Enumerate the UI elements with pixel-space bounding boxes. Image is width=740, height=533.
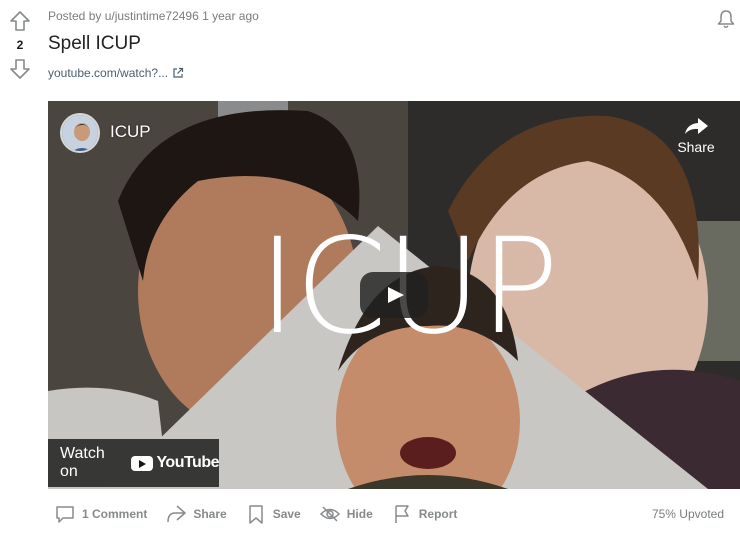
upvote-button[interactable] — [9, 10, 31, 32]
post-link[interactable]: youtube.com/watch?... — [48, 66, 184, 80]
share-label: Share — [193, 507, 227, 521]
post-time: 1 year ago — [202, 9, 259, 23]
post-title[interactable]: Spell ICUP — [48, 33, 141, 55]
post-author[interactable]: Posted by u/justintime72496 — [48, 9, 199, 23]
watch-on-youtube-button[interactable]: Watch on YouTube — [48, 439, 219, 487]
watch-on-label: Watch on — [60, 445, 105, 480]
eye-slash-icon — [319, 506, 340, 522]
report-button[interactable]: Report — [385, 499, 464, 529]
video-share-button[interactable]: Share — [674, 115, 718, 155]
youtube-logo-icon: YouTube — [131, 454, 219, 472]
play-button[interactable] — [360, 272, 428, 318]
share-icon — [167, 505, 187, 523]
youtube-play-mark — [131, 455, 154, 471]
save-button[interactable]: Save — [239, 499, 307, 529]
post-actions: 1 Comment Share Save Hide Report — [48, 500, 469, 528]
arrow-up-icon — [10, 11, 30, 31]
hide-button[interactable]: Hide — [313, 499, 379, 529]
downvote-button[interactable] — [9, 58, 31, 80]
share-button[interactable]: Share — [159, 499, 232, 529]
channel-name[interactable]: ICUP — [110, 122, 151, 142]
youtube-wordmark: YouTube — [156, 454, 219, 471]
arrow-down-icon — [10, 59, 30, 79]
vote-column: 2 — [0, 0, 40, 533]
bell-icon — [717, 10, 735, 28]
upvote-ratio: 75% Upvoted — [651, 507, 724, 521]
post-link-text[interactable]: youtube.com/watch?... — [48, 66, 168, 80]
save-label: Save — [272, 507, 301, 521]
share-arrow-icon — [685, 118, 708, 134]
channel-avatar[interactable] — [60, 113, 100, 153]
comments-label: 1 Comment — [82, 507, 148, 521]
vote-score: 2 — [16, 38, 24, 52]
post-meta: Posted by u/justintime72496 1 year ago — [48, 9, 259, 23]
hide-label: Hide — [346, 507, 373, 521]
video-share-label: Share — [677, 139, 715, 155]
bookmark-icon — [248, 505, 263, 524]
video-embed[interactable]: ICUP Share ICUP Watch on YouTube — [48, 101, 740, 489]
flag-icon — [395, 505, 409, 523]
notify-button[interactable] — [715, 8, 737, 30]
comments-button[interactable]: 1 Comment — [48, 499, 153, 529]
report-label: Report — [418, 507, 458, 521]
external-link-icon — [173, 67, 184, 78]
comment-icon — [56, 506, 74, 523]
